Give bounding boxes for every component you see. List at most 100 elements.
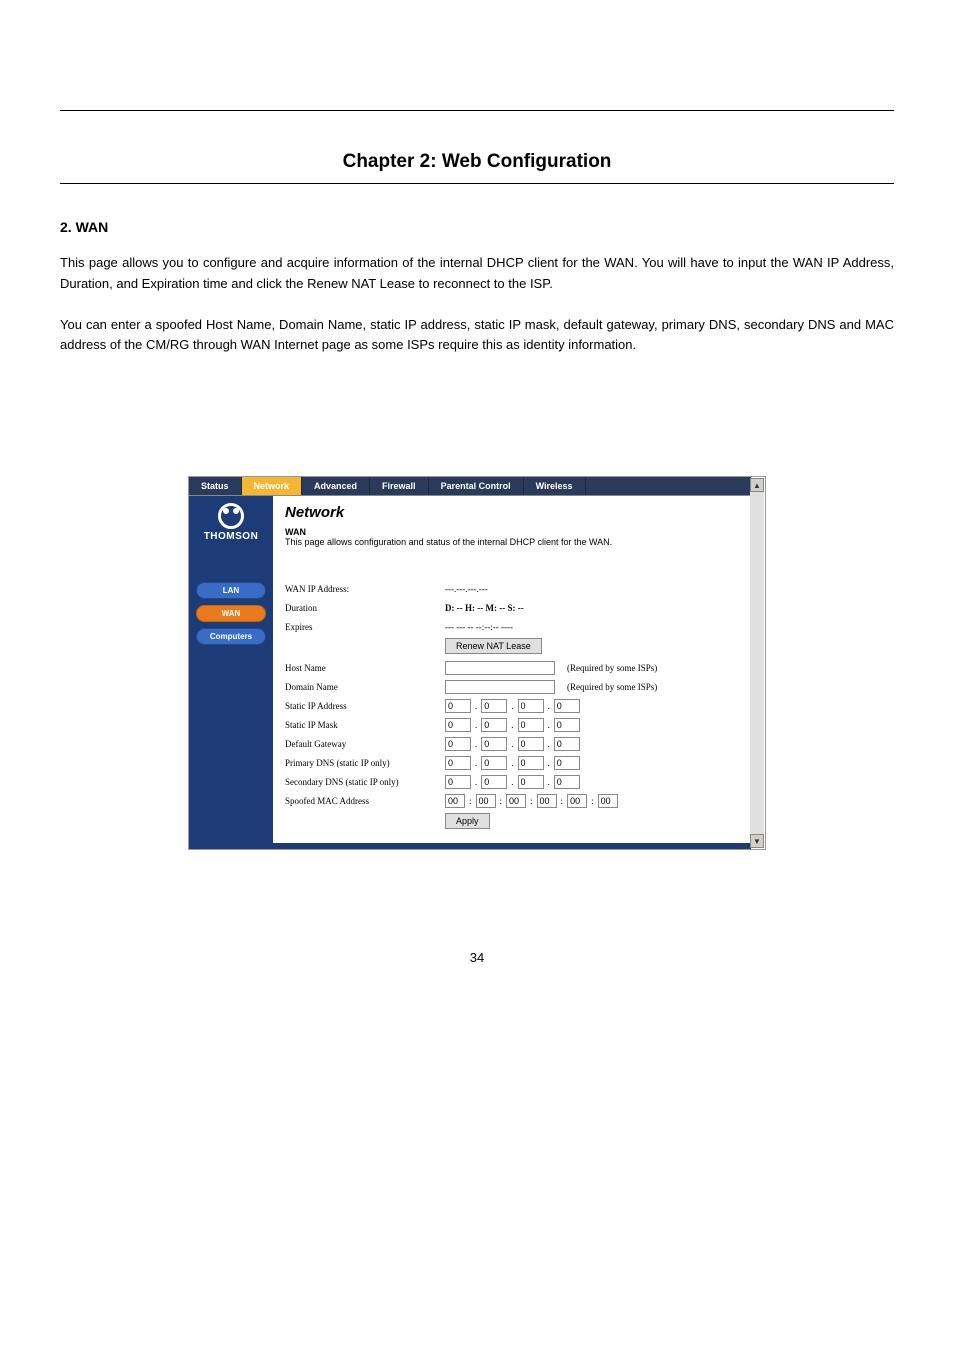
tab-wireless[interactable]: Wireless <box>524 477 586 495</box>
label-static-mask: Static IP Mask <box>285 720 445 730</box>
row-spoofed-mac: Spoofed MAC Address : : : : : <box>285 793 739 809</box>
colon-separator: : <box>528 796 535 806</box>
side-nav: LAN WAN Computers <box>189 582 273 645</box>
mac-hex-5[interactable] <box>567 794 587 808</box>
label-host-name: Host Name <box>285 663 445 673</box>
tab-network[interactable]: Network <box>242 477 303 495</box>
dot-separator: . <box>509 720 515 730</box>
gateway-octet-4[interactable] <box>554 737 580 751</box>
row-renew: Renew NAT Lease <box>285 638 739 654</box>
dot-separator: . <box>546 739 552 749</box>
primary-dns-octet-4[interactable] <box>554 756 580 770</box>
dot-separator: . <box>509 758 515 768</box>
apply-button[interactable]: Apply <box>445 813 490 829</box>
mac-hex-1[interactable] <box>445 794 465 808</box>
row-static-mask: Static IP Mask . . . <box>285 717 739 733</box>
primary-dns-octet-1[interactable] <box>445 756 471 770</box>
dot-separator: . <box>473 777 479 787</box>
dot-separator: . <box>473 758 479 768</box>
scroll-up-button[interactable]: ▲ <box>750 478 764 492</box>
dot-separator: . <box>509 777 515 787</box>
colon-separator: : <box>498 796 505 806</box>
colon-separator: : <box>467 796 474 806</box>
static-mask-octet-2[interactable] <box>481 718 507 732</box>
colon-separator: : <box>589 796 596 806</box>
scroll-down-button[interactable]: ▼ <box>750 834 764 848</box>
page-title: Network <box>285 504 739 521</box>
screenshot-footer <box>189 843 751 849</box>
tab-status[interactable]: Status <box>189 477 242 495</box>
colon-separator: : <box>559 796 566 806</box>
screenshot-inner: Status Network Advanced Firewall Parenta… <box>189 477 751 849</box>
row-static-ip: Static IP Address . . . <box>285 698 739 714</box>
router-admin-screenshot: ▲ ▼ Status Network Advanced Firewall Par… <box>188 476 766 850</box>
dot-separator: . <box>546 777 552 787</box>
dot-separator: . <box>473 701 479 711</box>
sub-heading-bold: WAN <box>285 527 306 537</box>
row-host-name: Host Name (Required by some ISPs) <box>285 660 739 676</box>
tab-advanced[interactable]: Advanced <box>302 477 370 495</box>
label-static-ip: Static IP Address <box>285 701 445 711</box>
static-ip-octet-1[interactable] <box>445 699 471 713</box>
primary-dns-octet-3[interactable] <box>518 756 544 770</box>
mac-hex-6[interactable] <box>598 794 618 808</box>
secondary-dns-octet-2[interactable] <box>481 775 507 789</box>
doc-header: Chapter 2: Web Configuration <box>60 110 894 184</box>
sidebar: THOMSON LAN WAN Computers <box>189 496 273 843</box>
label-duration: Duration <box>285 603 445 613</box>
gateway-octet-3[interactable] <box>518 737 544 751</box>
dot-separator: . <box>546 701 552 711</box>
page-number: 34 <box>60 950 894 965</box>
sidebar-item-wan[interactable]: WAN <box>196 605 266 622</box>
primary-dns-octet-2[interactable] <box>481 756 507 770</box>
secondary-dns-octet-3[interactable] <box>518 775 544 789</box>
sidebar-item-computers[interactable]: Computers <box>196 628 266 645</box>
row-default-gateway: Default Gateway . . . <box>285 736 739 752</box>
host-name-input[interactable] <box>445 661 555 675</box>
label-expires: Expires <box>285 622 445 632</box>
gateway-octet-2[interactable] <box>481 737 507 751</box>
logo-icon <box>218 503 244 529</box>
sidebar-item-lan[interactable]: LAN <box>196 582 266 599</box>
logo-text: THOMSON <box>204 531 259 542</box>
main-panel: Network WAN This page allows configurati… <box>273 496 751 843</box>
top-nav-tabs: Status Network Advanced Firewall Parenta… <box>189 477 751 495</box>
label-wan-ip: WAN IP Address: <box>285 584 445 594</box>
static-ip-octet-4[interactable] <box>554 699 580 713</box>
static-mask-octet-3[interactable] <box>518 718 544 732</box>
domain-name-input[interactable] <box>445 680 555 694</box>
body-paragraph-2: You can enter a spoofed Host Name, Domai… <box>60 315 894 357</box>
host-name-required-note: (Required by some ISPs) <box>567 663 657 673</box>
secondary-dns-octet-1[interactable] <box>445 775 471 789</box>
secondary-dns-octet-4[interactable] <box>554 775 580 789</box>
row-secondary-dns: Secondary DNS (static IP only) . . . <box>285 774 739 790</box>
static-mask-octet-4[interactable] <box>554 718 580 732</box>
renew-nat-lease-button[interactable]: Renew NAT Lease <box>445 638 542 654</box>
label-default-gateway: Default Gateway <box>285 739 445 749</box>
dot-separator: . <box>546 758 552 768</box>
page-subtitle: WAN This page allows configuration and s… <box>285 527 739 547</box>
sub-heading-text: This page allows configuration and statu… <box>285 537 612 547</box>
screenshot-body: THOMSON LAN WAN Computers Network WAN Th… <box>189 495 751 843</box>
static-mask-octet-1[interactable] <box>445 718 471 732</box>
scrollbar[interactable]: ▲ ▼ <box>750 478 764 848</box>
static-ip-octet-3[interactable] <box>518 699 544 713</box>
label-spoofed-mac: Spoofed MAC Address <box>285 796 445 806</box>
tab-firewall[interactable]: Firewall <box>370 477 429 495</box>
value-wan-ip: ---.---.---.--- <box>445 584 739 594</box>
tab-parental-control[interactable]: Parental Control <box>429 477 524 495</box>
row-expires: Expires --- --- -- --:--:-- ---- <box>285 619 739 635</box>
body-paragraph-1: This page allows you to configure and ac… <box>60 253 894 295</box>
row-wan-ip: WAN IP Address: ---.---.---.--- <box>285 581 739 597</box>
mac-hex-4[interactable] <box>537 794 557 808</box>
static-ip-octet-2[interactable] <box>481 699 507 713</box>
brand-logo: THOMSON <box>196 502 266 542</box>
mac-hex-2[interactable] <box>476 794 496 808</box>
divider <box>60 183 894 184</box>
dot-separator: . <box>509 739 515 749</box>
value-duration: D: -- H: -- M: -- S: -- <box>445 603 739 613</box>
gateway-octet-1[interactable] <box>445 737 471 751</box>
mac-hex-3[interactable] <box>506 794 526 808</box>
value-expires: --- --- -- --:--:-- ---- <box>445 622 739 632</box>
label-primary-dns: Primary DNS (static IP only) <box>285 758 445 768</box>
